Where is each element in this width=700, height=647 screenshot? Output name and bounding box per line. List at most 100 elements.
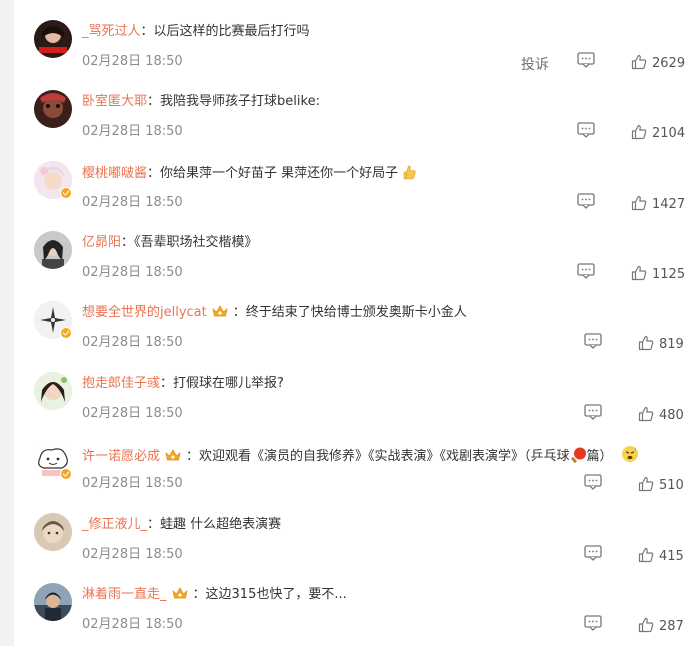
timestamp: 02月28日 18:50 [82, 335, 183, 350]
thumbs-up-icon [638, 547, 654, 563]
thumbs-up-icon [638, 476, 654, 492]
reply-icon[interactable] [577, 122, 595, 138]
comment-text: 《吾辈职场社交楷模》 [134, 235, 258, 250]
comment-line: _骂死过人：以后这样的比赛最后打行吗 [82, 23, 310, 41]
comment-text: 终于结束了快给博士颁发奥斯卡小金人 [245, 305, 467, 320]
username[interactable]: _修正液儿_ [82, 517, 147, 532]
colon: ： [147, 166, 161, 181]
crown-badge-icon [165, 449, 181, 461]
timestamp: 02月28日 18:50 [82, 406, 183, 421]
comment-text: 我陪我导师孩子打球belike: [160, 94, 320, 109]
reply-icon[interactable] [584, 404, 602, 420]
avatar[interactable] [34, 20, 72, 58]
thumbs-up-icon [631, 265, 647, 281]
comment-line: 抱走郎佳子彧：打假球在哪儿举报? [82, 375, 284, 393]
username[interactable]: _骂死过人 [82, 24, 141, 39]
ping-pong-emoji [570, 447, 586, 463]
comment-text: 这边315也快了，要不... [205, 587, 347, 602]
timestamp: 02月28日 18:50 [82, 476, 183, 491]
verified-badge [60, 468, 72, 480]
thumbs-up-icon [631, 124, 647, 140]
username[interactable]: 许一诺愿必成 [82, 449, 160, 464]
comment-item: 许一诺愿必成 ：欢迎观看《演员的自我修养》《实战表演》《戏剧表演学》（乒乓球 篇） … [14, 436, 700, 506]
colon: ： [160, 376, 174, 391]
comment-line: 樱桃嘟啵酱：你给果萍一个好苗子 果萍还你一个好局子 [82, 164, 417, 183]
comment-line: 亿昴阳：《吾辈职场社交楷模》 [82, 234, 258, 252]
page-gutter [0, 0, 14, 646]
username[interactable]: 亿昴阳 [82, 235, 121, 250]
username[interactable]: 抱走郎佳子彧 [82, 376, 160, 391]
avatar[interactable] [34, 231, 72, 269]
colon: ： [147, 517, 161, 532]
like-button[interactable]: 1125 [631, 265, 685, 283]
thumbs-up-icon [638, 406, 654, 422]
like-count: 2104 [652, 126, 686, 141]
verified-badge [60, 187, 72, 199]
like-button[interactable]: 510 [638, 476, 684, 494]
avatar[interactable] [34, 90, 72, 128]
username[interactable]: 卧室匿大耶 [82, 94, 147, 109]
like-count: 2629 [652, 56, 686, 71]
colon: ： [232, 305, 246, 320]
comment-text-suffix: 篇） [586, 449, 613, 464]
comment-item: 想要全世界的jellycat ：终于结束了快给博士颁发奥斯卡小金人 02月28日 … [14, 295, 700, 365]
timestamp: 02月28日 18:50 [82, 617, 183, 632]
comment-line: 卧室匿大耶：我陪我导师孩子打球belike: [82, 93, 320, 111]
thumbs-up-icon [631, 195, 647, 211]
comment-item: 亿昴阳：《吾辈职场社交楷模》 02月28日 18:50 1125 [14, 225, 700, 295]
reply-icon[interactable] [577, 263, 595, 279]
like-button[interactable]: 287 [638, 617, 684, 635]
colon: ： [192, 587, 206, 602]
thumbs-up-icon [638, 335, 654, 351]
reply-icon[interactable] [584, 545, 602, 561]
reply-icon[interactable] [577, 52, 595, 68]
comment-line: _修正液儿_：蛙趣 什么超绝表演赛 [82, 516, 281, 534]
colon: ： [140, 24, 154, 39]
reply-icon[interactable] [584, 474, 602, 490]
comment-line: 想要全世界的jellycat ：终于结束了快给博士颁发奥斯卡小金人 [82, 304, 467, 322]
verified-badge [60, 327, 72, 339]
comment-line: 淋着雨一直走_ ：这边315也快了，要不... [82, 586, 347, 604]
like-button[interactable]: 2629 [631, 54, 685, 72]
timestamp: 02月28日 18:50 [82, 265, 183, 280]
thumbs-up-icon [631, 54, 647, 70]
username[interactable]: 樱桃嘟啵酱 [82, 166, 147, 181]
comment-text: 蛙趣 什么超绝表演赛 [160, 517, 282, 532]
reply-icon[interactable] [584, 615, 602, 631]
like-button[interactable]: 819 [638, 335, 684, 353]
thumbs-up-emoji [403, 165, 416, 180]
username[interactable]: 想要全世界的jellycat [82, 305, 207, 320]
reply-icon[interactable] [577, 193, 595, 209]
timestamp: 02月28日 18:50 [82, 547, 183, 562]
colon: ： [147, 94, 161, 109]
reply-icon[interactable] [584, 333, 602, 349]
timestamp: 02月28日 18:50 [82, 124, 183, 139]
report-button[interactable]: 投诉 [521, 54, 549, 74]
comment-text: 你给果萍一个好苗子 果萍还你一个好局子 [160, 166, 399, 181]
like-count: 1125 [652, 267, 686, 282]
sweat-emoji [621, 446, 638, 462]
like-count: 819 [659, 337, 684, 352]
like-count: 415 [659, 549, 684, 564]
avatar[interactable] [34, 583, 72, 621]
comment-item: 卧室匿大耶：我陪我导师孩子打球belike: 02月28日 18:50 2104 [14, 84, 700, 154]
avatar[interactable] [34, 513, 72, 551]
like-button[interactable]: 2104 [631, 124, 685, 142]
colon: ： [121, 235, 135, 250]
like-button[interactable]: 1427 [631, 195, 685, 213]
comment-item: 淋着雨一直走_ ：这边315也快了，要不... 02月28日 18:50 287 [14, 577, 700, 647]
colon: ： [186, 449, 200, 464]
like-button[interactable]: 480 [638, 406, 684, 424]
thumbs-up-icon [638, 617, 654, 633]
like-count: 287 [659, 619, 684, 634]
comment-line: 许一诺愿必成 ：欢迎观看《演员的自我修养》《实战表演》《戏剧表演学》（乒乓球 篇） [82, 445, 639, 466]
username[interactable]: 淋着雨一直走_ [82, 587, 167, 602]
like-button[interactable]: 415 [638, 547, 684, 565]
like-count: 1427 [652, 197, 686, 212]
comment-item: 抱走郎佳子彧：打假球在哪儿举报? 02月28日 18:50 480 [14, 366, 700, 436]
comment-item: _修正液儿_：蛙趣 什么超绝表演赛 02月28日 18:50 415 [14, 507, 700, 577]
avatar[interactable] [34, 372, 72, 410]
comment-item: 樱桃嘟啵酱：你给果萍一个好苗子 果萍还你一个好局子 02月28日 18:50 1… [14, 155, 700, 225]
like-count: 510 [659, 478, 684, 493]
comment-text: 欢迎观看《演员的自我修养》《实战表演》《戏剧表演学》（乒乓球 [199, 449, 570, 464]
